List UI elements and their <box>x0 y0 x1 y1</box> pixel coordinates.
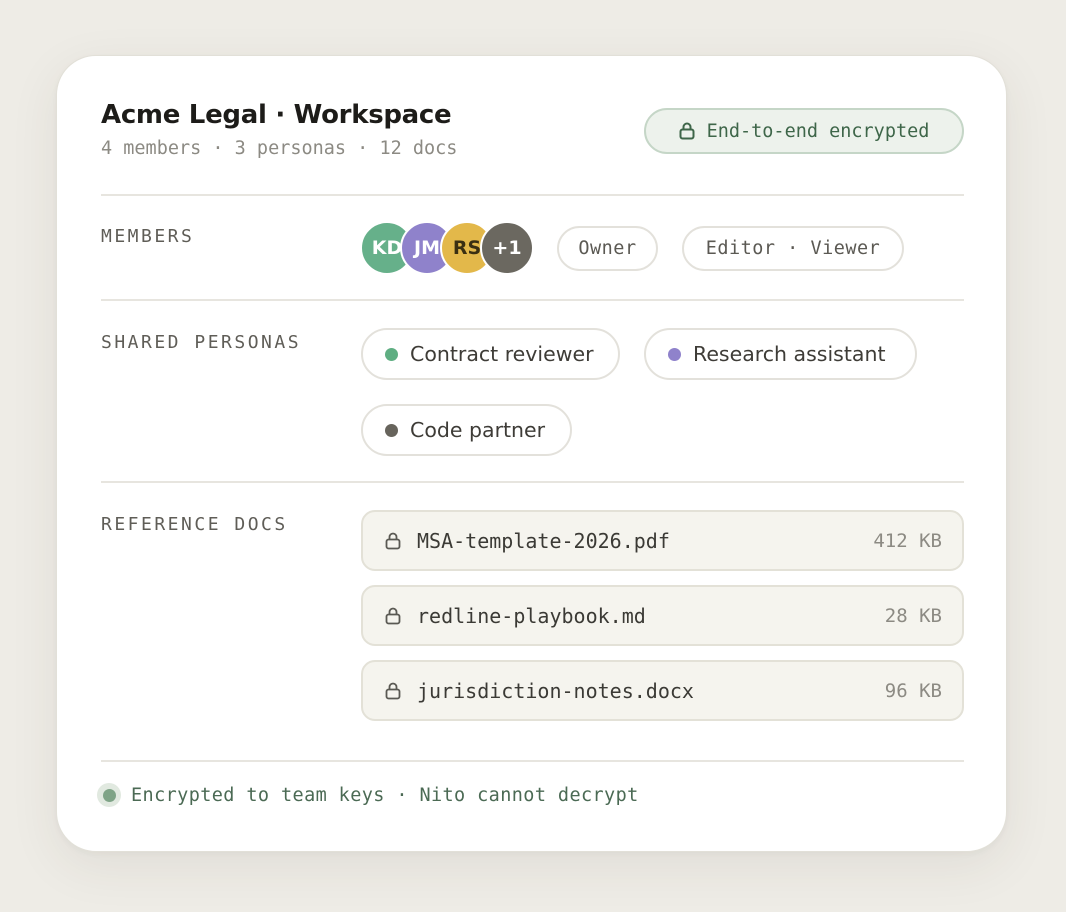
divider <box>101 760 964 762</box>
role-owner-pill[interactable]: Owner <box>557 226 658 271</box>
doc-name: MSA-template-2026.pdf <box>417 528 670 553</box>
workspace-card: Acme Legal · Workspace 4 members · 3 per… <box>56 55 1007 852</box>
role-editor-viewer-pill[interactable]: Editor · Viewer <box>682 226 904 271</box>
persona-color-dot <box>668 347 681 361</box>
encryption-footer: Encrypted to team keys · Nito cannot dec… <box>97 783 639 807</box>
reference-docs-label: REFERENCE DOCS <box>101 514 288 535</box>
workspace-summary: 4 members · 3 personas · 12 docs <box>101 138 458 159</box>
divider <box>101 299 964 301</box>
more-members-avatar[interactable]: +1 <box>480 221 534 275</box>
persona-color-dot <box>385 423 398 437</box>
status-indicator-icon <box>97 783 121 807</box>
lock-icon <box>385 607 401 625</box>
lock-icon <box>385 682 401 700</box>
doc-name: jurisdiction-notes.docx <box>417 678 694 703</box>
encryption-footer-text: Encrypted to team keys · Nito cannot dec… <box>131 784 639 806</box>
doc-row[interactable]: redline-playbook.md 28 KB <box>361 585 964 646</box>
lock-icon <box>679 122 695 140</box>
divider <box>101 481 964 483</box>
doc-size: 412 KB <box>873 529 942 552</box>
doc-size: 28 KB <box>884 604 942 627</box>
doc-row[interactable]: jurisdiction-notes.docx 96 KB <box>361 660 964 721</box>
workspace-title: Acme Legal · Workspace <box>101 100 452 130</box>
persona-label: Contract reviewer <box>410 342 594 366</box>
divider <box>101 194 964 196</box>
doc-name: redline-playbook.md <box>417 603 646 628</box>
lock-icon <box>385 532 401 550</box>
persona-contract-reviewer[interactable]: Contract reviewer <box>361 328 620 380</box>
doc-row[interactable]: MSA-template-2026.pdf 412 KB <box>361 510 964 571</box>
persona-code-partner[interactable]: Code partner <box>361 404 572 456</box>
members-label: MEMBERS <box>101 226 195 247</box>
persona-label: Code partner <box>410 418 546 442</box>
encryption-badge: End-to-end encrypted <box>644 108 964 154</box>
persona-label: Research assistant <box>693 342 886 366</box>
persona-color-dot <box>385 347 398 361</box>
persona-research-assistant[interactable]: Research assistant <box>644 328 917 380</box>
shared-personas-label: SHARED PERSONAS <box>101 332 302 353</box>
encryption-badge-label: End-to-end encrypted <box>706 120 930 142</box>
doc-size: 96 KB <box>884 679 942 702</box>
